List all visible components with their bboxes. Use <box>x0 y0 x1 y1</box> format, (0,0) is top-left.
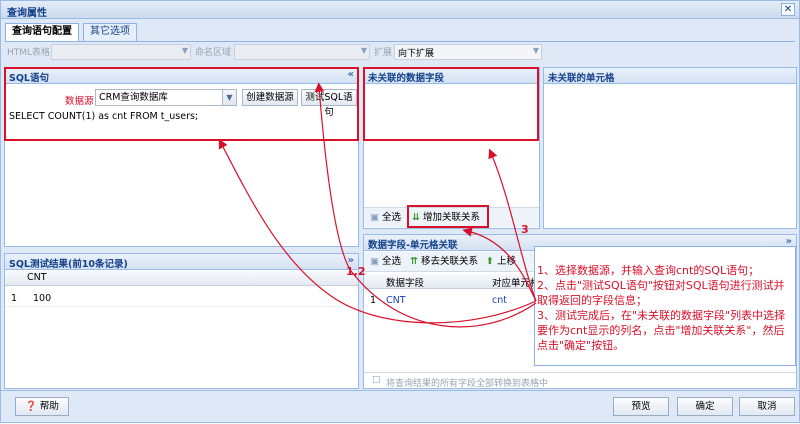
ok-button[interactable]: 确定 <box>677 397 733 416</box>
tab-divider <box>5 41 795 42</box>
expand-label: 扩展 <box>374 48 393 58</box>
unlinked-cells-header: 未关联的单元格 <box>544 68 796 84</box>
highlight-add-link <box>407 205 489 228</box>
window-title: 查询属性 <box>7 8 47 19</box>
help-label: 帮助 <box>39 401 59 412</box>
cnt-cell: 100 <box>33 293 52 304</box>
chevron-down-icon: ▼ <box>360 46 367 55</box>
unlinked-cells-title: 未关联的单元格 <box>548 73 615 84</box>
column-header-cell: 对应单元格 <box>492 278 540 289</box>
column-header-cnt: CNT <box>27 272 47 283</box>
convert-label: 将查询结果的所有字段全部转换到表格中 <box>386 379 549 389</box>
row-number: 1 <box>370 295 377 306</box>
move-up-label: 上移 <box>497 256 517 267</box>
convert-option[interactable]: ☐ 将查询结果的所有字段全部转换到表格中 <box>364 372 796 389</box>
remove-link-label: 移去关联关系 <box>421 256 479 267</box>
expand-value: 向下扩展 <box>398 49 435 59</box>
chevron-down-icon: ▼ <box>181 46 188 55</box>
select-all-mapping-label: 全选 <box>382 256 402 267</box>
checkbox-icon: ▣ <box>370 212 379 223</box>
test-result-header: SQL测试结果(前10条记录) » <box>5 254 358 270</box>
remove-link-button[interactable]: ⇈ 移去关联关系 <box>410 255 478 269</box>
help-icon: ❓ <box>25 401 37 412</box>
mapping-title: 数据字段-单元格关联 <box>368 240 458 251</box>
tab-query-config[interactable]: 查询语句配置 <box>5 23 79 41</box>
named-area-label: 命名区域 <box>195 48 232 58</box>
select-all-mapping-button[interactable]: ▣ 全选 <box>370 255 401 269</box>
move-up-button[interactable]: ⬆ 上移 <box>486 255 516 269</box>
checkbox-icon: ▣ <box>370 256 379 267</box>
expand-select[interactable]: 向下扩展 ▼ <box>394 44 542 60</box>
checkbox-icon[interactable]: ☐ <box>372 375 381 386</box>
double-chevron-up-icon: ⇈ <box>410 256 418 267</box>
query-properties-window: 查询属性 ✕ 查询语句配置 其它选项 HTML表格 ▼ 命名区域 ▼ 扩展 向下… <box>0 0 800 423</box>
sql-test-result-panel: SQL测试结果(前10条记录) » CNT 1 100 <box>4 253 359 389</box>
field-cell: CNT <box>386 295 406 306</box>
html-table-label: HTML表格 <box>7 48 51 58</box>
callout-text: 1、选择数据源，并输入查询cnt的SQL语句； 2、点击"测试SQL语句"按钮对… <box>537 264 786 352</box>
title-bar: 查询属性 ✕ <box>1 1 799 19</box>
help-button[interactable]: ❓ 帮助 <box>15 397 69 416</box>
named-area-select[interactable]: ▼ <box>234 44 370 60</box>
footer-bar: ❓ 帮助 预览 确定 取消 <box>1 390 799 422</box>
chevron-down-icon: ▼ <box>532 46 539 55</box>
instruction-callout: 1、选择数据源，并输入查询cnt的SQL语句； 2、点击"测试SQL语句"按钮对… <box>534 246 796 366</box>
tab-other-options[interactable]: 其它选项 <box>83 23 137 41</box>
cancel-button[interactable]: 取消 <box>739 397 795 416</box>
column-header-field: 数据字段 <box>386 278 425 289</box>
test-result-grid-header: CNT <box>5 271 358 286</box>
select-all-fields-button[interactable]: ▣ 全选 <box>370 211 401 225</box>
table-row[interactable]: 1 100 <box>5 290 358 307</box>
highlight-sql-box <box>4 67 359 141</box>
select-all-fields-label: 全选 <box>382 212 402 223</box>
target-cell: cnt <box>492 295 507 306</box>
unlinked-cells-panel: 未关联的单元格 <box>543 67 797 229</box>
highlight-unlinked-fields <box>363 67 539 141</box>
preview-button[interactable]: 预览 <box>613 397 669 416</box>
arrow-up-icon: ⬆ <box>486 256 494 267</box>
html-table-select[interactable]: ▼ <box>51 44 191 60</box>
test-result-title: SQL测试结果(前10条记录) <box>9 259 128 270</box>
collapse-icon[interactable]: » <box>348 255 354 266</box>
close-icon[interactable]: ✕ <box>781 3 795 16</box>
row-number: 1 <box>11 293 18 304</box>
